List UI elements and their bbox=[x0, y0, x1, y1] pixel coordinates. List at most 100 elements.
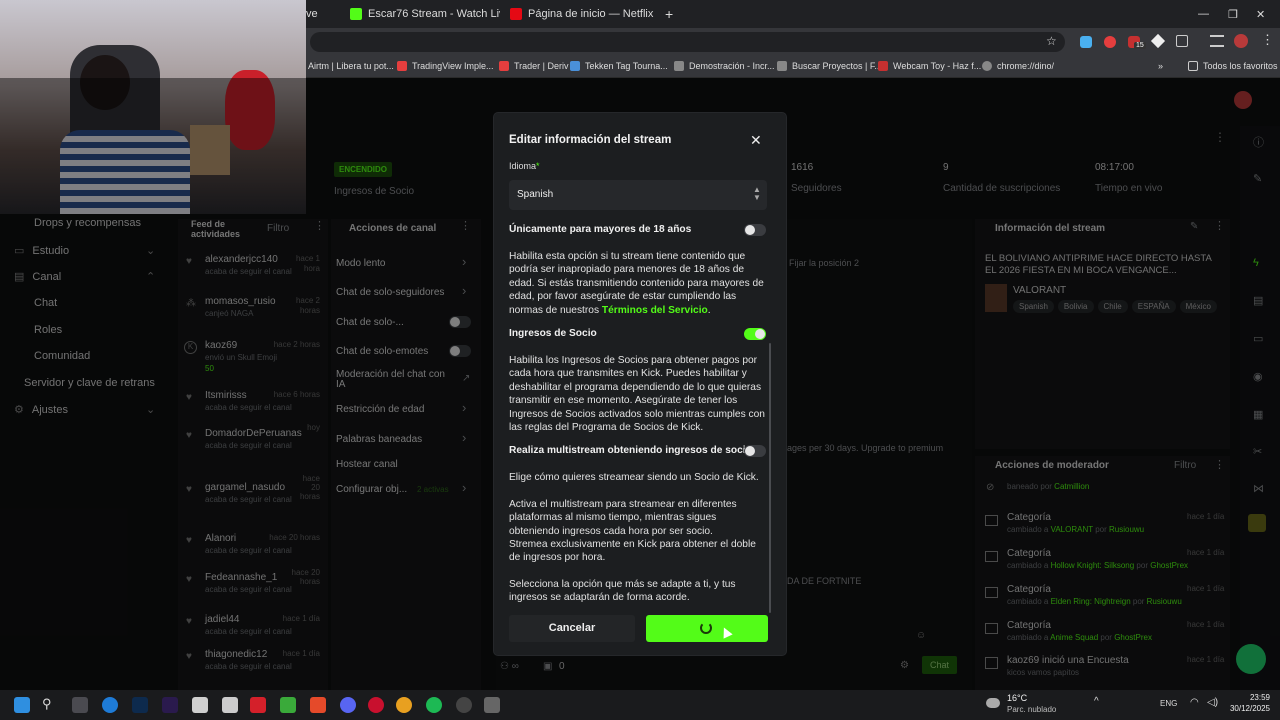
bookmark-label: Webcam Toy - Haz f... bbox=[893, 61, 982, 71]
obs-icon[interactable] bbox=[456, 697, 472, 713]
search-icon[interactable]: ⚲ bbox=[42, 696, 52, 712]
extension-icon[interactable] bbox=[1080, 36, 1092, 48]
taskbar: ⚲ 16°C Parc. nublado ^ ENG ◠ ◁) 23:59 30… bbox=[0, 690, 1280, 720]
all-bookmarks[interactable]: Todos los favoritos bbox=[1188, 61, 1278, 71]
wifi-icon[interactable]: ◠ bbox=[1190, 697, 1199, 708]
language-value: Spanish bbox=[517, 189, 554, 200]
menu-dots-icon[interactable]: ⋮ bbox=[1261, 32, 1274, 48]
new-tab-button[interactable]: + bbox=[665, 2, 679, 26]
all-bookmarks-label: Todos los favoritos bbox=[1203, 61, 1278, 71]
bookmark-label: chrome://dino/ bbox=[997, 61, 1055, 71]
adult-title: Únicamente para mayores de 18 años bbox=[509, 224, 692, 235]
bookmark-dino[interactable]: chrome://dino/ bbox=[982, 61, 1054, 71]
tab-1-label: ve bbox=[306, 8, 318, 20]
edit-stream-modal: Editar información del stream ✕ Idioma* … bbox=[494, 113, 786, 655]
tab-1[interactable]: ve bbox=[306, 2, 336, 26]
app-icon[interactable] bbox=[192, 697, 208, 713]
bookmark-tekken[interactable]: Tekken Tag Tourna... bbox=[570, 61, 668, 71]
windows-start-icon[interactable] bbox=[14, 697, 30, 713]
bookmark-demo[interactable]: Demostración - Incr... bbox=[674, 61, 775, 71]
globe-icon bbox=[982, 61, 992, 71]
close-window-icon[interactable]: ✕ bbox=[1256, 2, 1268, 26]
adult-period: . bbox=[707, 304, 711, 316]
weather-desc: Parc. nublado bbox=[1007, 705, 1057, 714]
bookmark-webcamtoy[interactable]: Webcam Toy - Haz f... bbox=[878, 61, 981, 71]
extension-icon[interactable] bbox=[1104, 36, 1116, 48]
extension-badge: 15 bbox=[1134, 42, 1146, 49]
tab-kick-stream[interactable]: Escar76 Stream - Watch Live on ✕ bbox=[350, 2, 500, 26]
deriv-icon bbox=[499, 61, 509, 71]
app-icon[interactable] bbox=[222, 697, 238, 713]
bookmark-tradingview[interactable]: TradingView Imple... bbox=[397, 61, 494, 71]
maximize-icon[interactable]: ❐ bbox=[1228, 2, 1240, 26]
language-label: Idioma* bbox=[509, 161, 540, 169]
app-icon[interactable] bbox=[368, 697, 384, 713]
settings-app-icon[interactable] bbox=[484, 697, 500, 713]
save-button[interactable] bbox=[646, 615, 768, 642]
adult-toggle[interactable] bbox=[744, 224, 766, 236]
bookmark-label: Buscar Proyectos | F... bbox=[792, 61, 882, 71]
bookmark-label: Airtm | Libera tu pot... bbox=[308, 61, 394, 71]
netflix-favicon-icon bbox=[510, 8, 522, 20]
tab-netflix[interactable]: Página de inicio — Netflix ✕ bbox=[510, 2, 658, 26]
language-indicator[interactable]: ENG bbox=[1160, 699, 1177, 708]
language-label-text: Idioma bbox=[509, 161, 537, 169]
star-icon[interactable]: ☆ bbox=[1046, 34, 1057, 48]
partner-title: Ingresos de Socio bbox=[509, 328, 597, 339]
multistream-text-4: Selecciona la opción que más se adapte a… bbox=[509, 579, 736, 604]
tray-chevron-icon[interactable]: ^ bbox=[1094, 696, 1099, 707]
edge-icon[interactable] bbox=[102, 697, 118, 713]
file-explorer-icon[interactable] bbox=[72, 697, 88, 713]
partner-description: Habilita los Ingresos de Socios para obt… bbox=[509, 355, 765, 434]
cancel-button[interactable]: Cancelar bbox=[509, 615, 635, 642]
terms-link[interactable]: Términos del Servicio bbox=[602, 305, 708, 316]
tekken-icon bbox=[570, 61, 580, 71]
bookmarks-overflow-icon[interactable]: » bbox=[1158, 61, 1163, 71]
tab-kick-label: Escar76 Stream - Watch Live on bbox=[368, 8, 500, 20]
close-tab-icon[interactable]: ✕ bbox=[653, 7, 658, 21]
premiere-icon[interactable] bbox=[162, 697, 178, 713]
clock-date: 30/12/2025 bbox=[1229, 704, 1270, 713]
folder-icon bbox=[1188, 61, 1198, 71]
profile-avatar[interactable] bbox=[1234, 34, 1248, 48]
bookmark-airtm[interactable]: Airtm | Libera tu pot... bbox=[308, 61, 394, 71]
url-field[interactable] bbox=[310, 32, 1065, 52]
multistream-toggle[interactable] bbox=[744, 445, 766, 457]
modal-title: Editar información del stream bbox=[509, 134, 672, 146]
bookmark-label: Tekken Tag Tourna... bbox=[585, 61, 668, 71]
deriv-app-icon[interactable] bbox=[250, 697, 266, 713]
extension-icon[interactable] bbox=[1150, 33, 1166, 49]
volume-icon[interactable]: ◁) bbox=[1207, 697, 1218, 708]
puzzle-icon[interactable] bbox=[1176, 35, 1188, 47]
bookmark-label: Trader | Deriv bbox=[514, 61, 569, 71]
demo-icon bbox=[674, 61, 684, 71]
multistream-text-3: Stremea exclusivamente en Kick para obte… bbox=[509, 539, 756, 564]
multistream-text-2: Activa el multistream para streamear en … bbox=[509, 499, 737, 537]
modal-scrollbar[interactable] bbox=[769, 343, 771, 613]
adult-description: Habilita esta opción si tu stream tiene … bbox=[509, 250, 767, 317]
minecraft-icon[interactable] bbox=[280, 697, 296, 713]
partner-toggle[interactable] bbox=[744, 328, 766, 340]
photoshop-icon[interactable] bbox=[132, 697, 148, 713]
discord-icon[interactable] bbox=[340, 697, 356, 713]
brave-icon[interactable] bbox=[310, 697, 326, 713]
media-icon[interactable] bbox=[1210, 35, 1224, 47]
clock-time: 23:59 bbox=[1249, 693, 1270, 702]
close-icon[interactable]: ✕ bbox=[750, 132, 762, 149]
bookmark-projects[interactable]: Buscar Proyectos | F... bbox=[777, 61, 882, 71]
bookmark-label: TradingView Imple... bbox=[412, 61, 494, 71]
bookmark-deriv[interactable]: Trader | Deriv bbox=[499, 61, 569, 71]
weather-temp: 16°C bbox=[1007, 693, 1028, 703]
minimize-icon[interactable]: — bbox=[1198, 2, 1210, 26]
spotify-icon[interactable] bbox=[426, 697, 442, 713]
tradingview-icon bbox=[397, 61, 407, 71]
kick-favicon-icon bbox=[350, 8, 362, 20]
projects-icon bbox=[777, 61, 787, 71]
multistream-text-1: Elige cómo quieres streamear siendo un S… bbox=[509, 472, 759, 483]
tab-netflix-label: Página de inicio — Netflix bbox=[528, 8, 654, 20]
cloud-icon bbox=[986, 698, 1000, 708]
chrome-icon[interactable] bbox=[396, 697, 412, 713]
multistream-title: Realiza multistream obteniendo ingresos … bbox=[509, 445, 752, 456]
language-select[interactable]: Spanish ▲ ▼ bbox=[509, 180, 767, 210]
select-arrows-icon: ▲ ▼ bbox=[753, 185, 761, 202]
